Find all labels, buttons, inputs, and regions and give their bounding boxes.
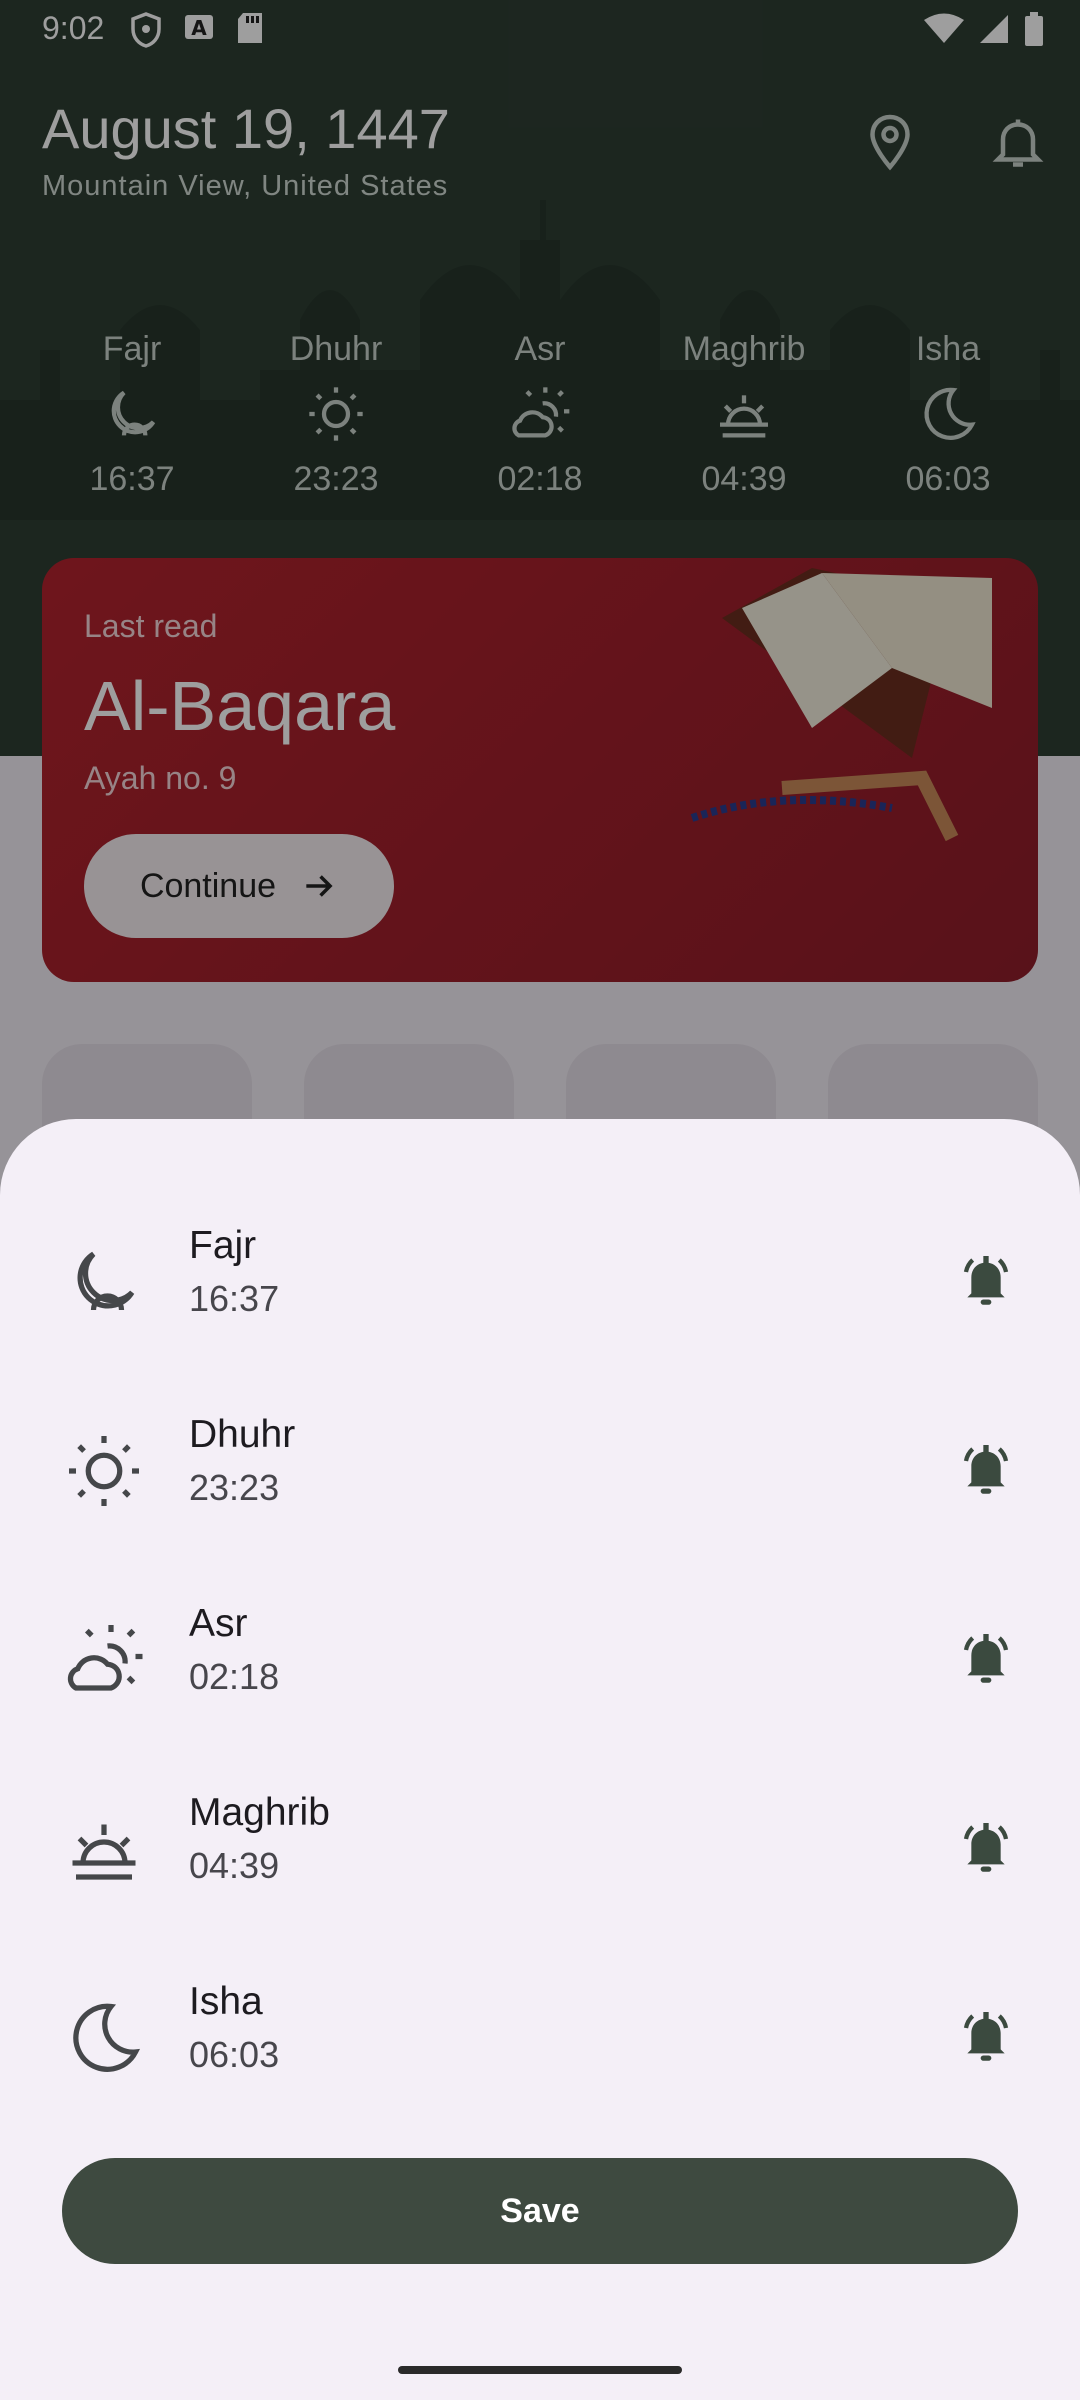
alarm-toggle-fajr[interactable]: [946, 1240, 1026, 1320]
prayer-row-maghrib: Maghrib 04:39: [0, 1767, 1080, 1927]
save-button[interactable]: Save: [62, 2158, 1018, 2264]
bell-ringing-icon: [963, 1445, 1009, 1494]
prayer-row-asr: Asr 02:18: [0, 1578, 1080, 1738]
alarm-toggle-asr[interactable]: [946, 1618, 1026, 1698]
sun-cloud-icon: [67, 1625, 143, 1691]
alarm-toggle-dhuhr[interactable]: [946, 1429, 1026, 1509]
prayer-time: 04:39: [189, 1845, 280, 1886]
prayer-name: Dhuhr: [189, 1413, 296, 1456]
bell-ringing-icon: [963, 2012, 1009, 2061]
sun-icon: [69, 1436, 139, 1506]
prayer-row-fajr: Fajr 16:37: [0, 1200, 1080, 1360]
prayer-name: Asr: [189, 1602, 248, 1645]
prayer-row-isha: Isha 06:03: [0, 1956, 1080, 2116]
prayer-time: 16:37: [189, 1278, 280, 1319]
prayer-time: 06:03: [189, 2034, 280, 2075]
sunset-icon: [72, 1824, 136, 1880]
gesture-navigation-bar[interactable]: [398, 2366, 682, 2374]
crescent-moon-icon: [73, 2003, 141, 2072]
bell-ringing-icon: [963, 1634, 1009, 1683]
bell-ringing-icon: [963, 1256, 1009, 1305]
prayer-name: Isha: [189, 1980, 263, 2023]
alarm-toggle-isha[interactable]: [946, 1996, 1026, 2076]
moon-sun-icon: [77, 1251, 135, 1311]
bell-ringing-icon: [963, 1823, 1009, 1872]
prayer-name: Maghrib: [189, 1791, 330, 1834]
prayer-time: 02:18: [189, 1656, 280, 1697]
alarm-toggle-maghrib[interactable]: [946, 1807, 1026, 1887]
prayer-name: Fajr: [189, 1224, 257, 1267]
prayer-row-dhuhr: Dhuhr 23:23: [0, 1389, 1080, 1549]
prayer-time: 23:23: [189, 1467, 280, 1508]
